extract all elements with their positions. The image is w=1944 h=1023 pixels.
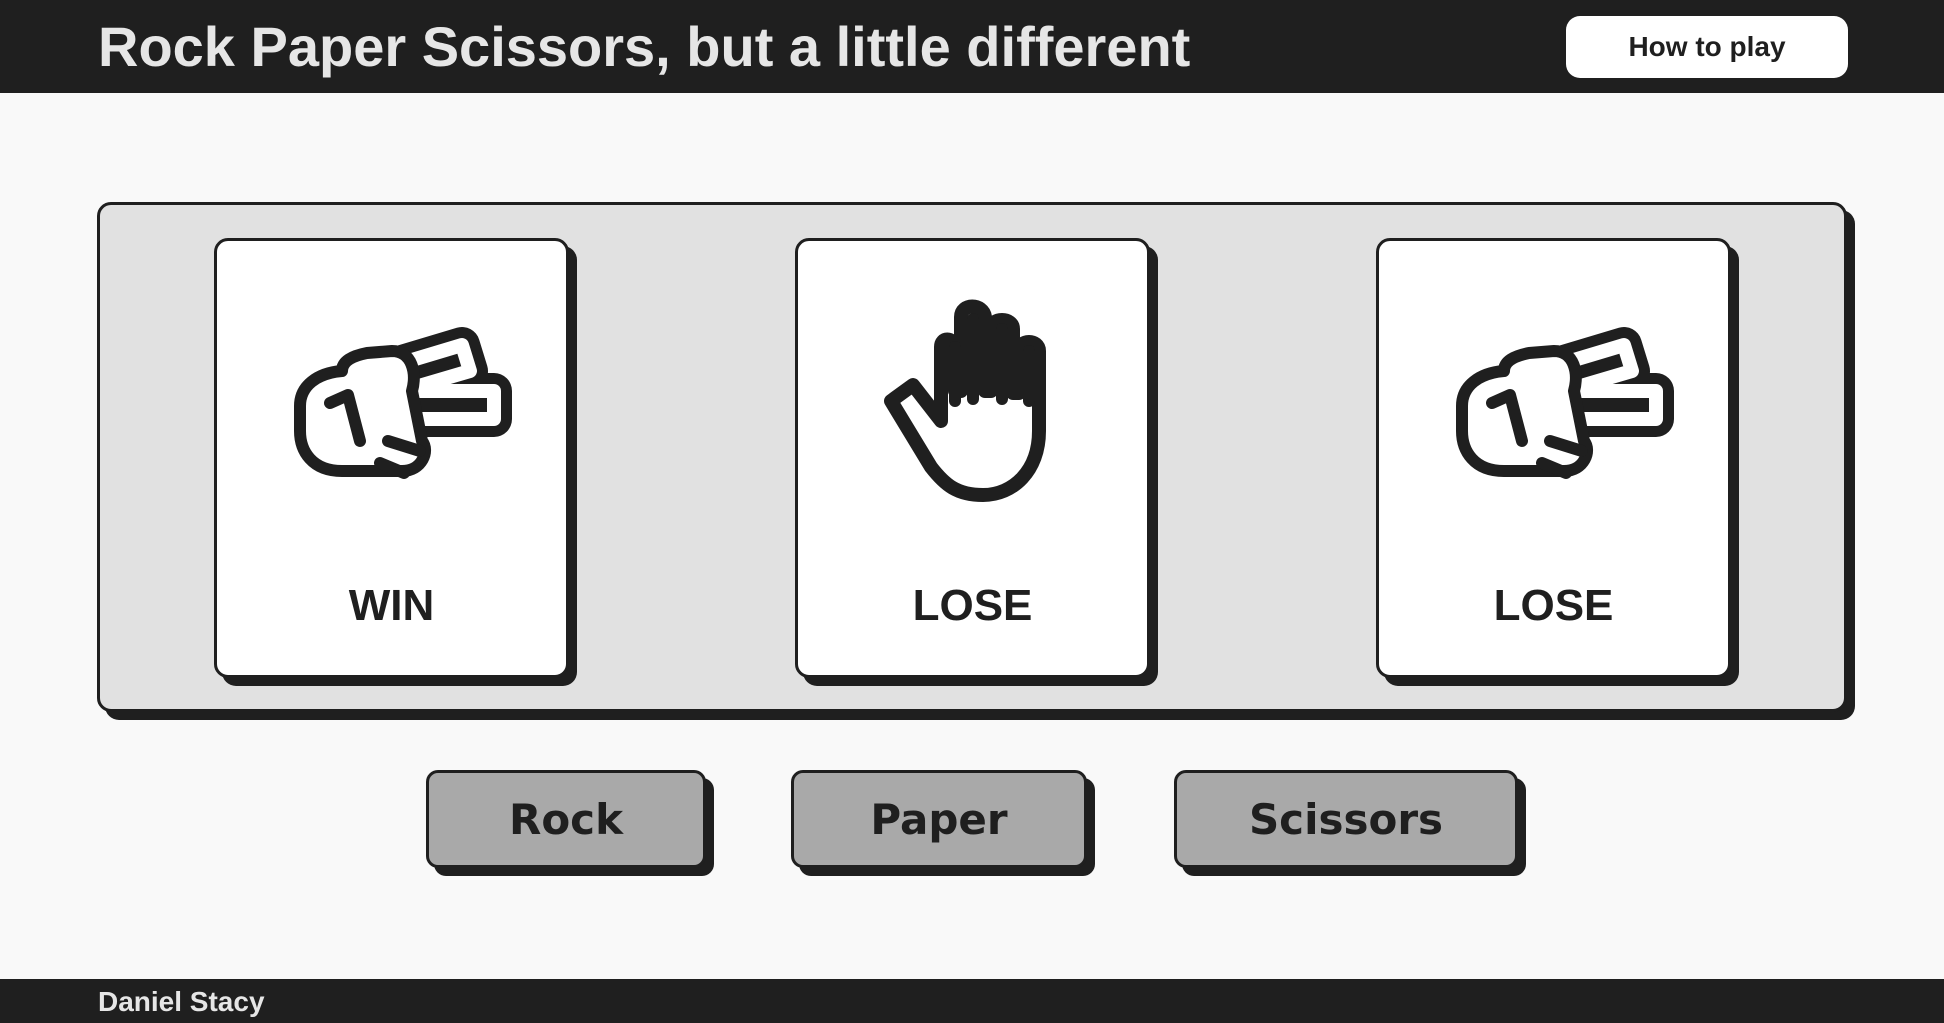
result-card-2: LOSE [795, 238, 1150, 678]
result-label: LOSE [912, 581, 1033, 630]
result-card-3: LOSE [1376, 238, 1731, 678]
result-card-1: WIN [214, 238, 569, 678]
page-title: Rock Paper Scissors, but a little differ… [98, 15, 1191, 78]
paper-hand-icon [798, 281, 1147, 521]
result-label: LOSE [1493, 581, 1614, 630]
scissors-button[interactable]: Scissors [1174, 770, 1518, 868]
author-name: Daniel Stacy [98, 986, 265, 1017]
scissors-hand-icon [1379, 281, 1728, 521]
header-bar: Rock Paper Scissors, but a little differ… [0, 0, 1944, 93]
scissors-hand-icon [217, 281, 566, 521]
paper-button[interactable]: Paper [791, 770, 1087, 868]
footer-bar: Daniel Stacy [0, 979, 1944, 1023]
rock-button[interactable]: Rock [426, 770, 706, 868]
how-to-play-button[interactable]: How to play [1566, 16, 1848, 78]
result-label: WIN [348, 581, 435, 630]
